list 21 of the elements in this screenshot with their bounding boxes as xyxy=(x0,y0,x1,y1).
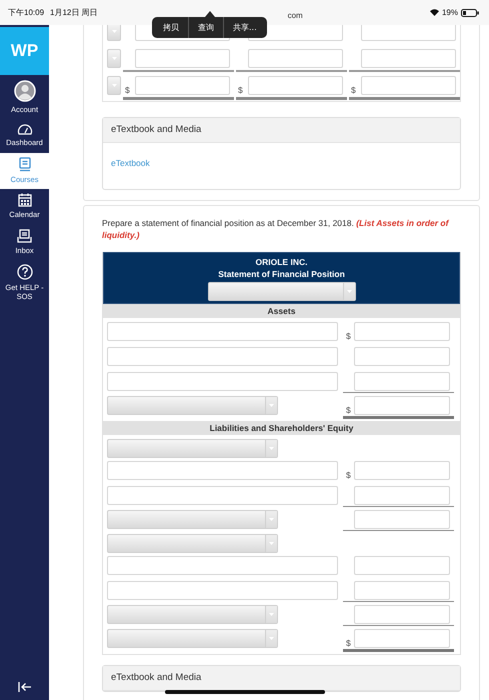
menu-item[interactable]: 拷贝 xyxy=(152,17,188,38)
currency-sign: $ xyxy=(125,85,130,95)
url-text: com xyxy=(288,11,303,20)
panel-heading: eTextbook and Media xyxy=(103,666,460,691)
currency-sign: $ xyxy=(346,404,351,415)
statement-title: Statement of Financial Position xyxy=(218,268,345,279)
currency-sign: $ xyxy=(346,638,351,648)
status-time: 下午10:09 xyxy=(8,7,44,18)
battery-percent: 19% xyxy=(442,8,458,17)
status-date: 1月12日 周日 xyxy=(50,7,98,18)
section-heading: Assets xyxy=(103,304,460,318)
panel-heading: eTextbook and Media xyxy=(103,118,460,143)
currency-sign: $ xyxy=(346,470,351,480)
section-heading: Liabilities and Shareholders' Equity xyxy=(103,420,460,435)
currency-sign: $ xyxy=(346,330,351,341)
company-name: ORIOLE INC. xyxy=(256,256,308,267)
currency-sign: $ xyxy=(238,85,243,95)
question-text: Prepare a statement of financial position as at December 31, 2018. (List Assets in order of liquidity.) xyxy=(102,217,450,242)
menu-item[interactable]: 查询 xyxy=(188,17,223,38)
currency-sign: $ xyxy=(351,85,356,95)
menu-item[interactable]: 共享... xyxy=(223,17,267,38)
